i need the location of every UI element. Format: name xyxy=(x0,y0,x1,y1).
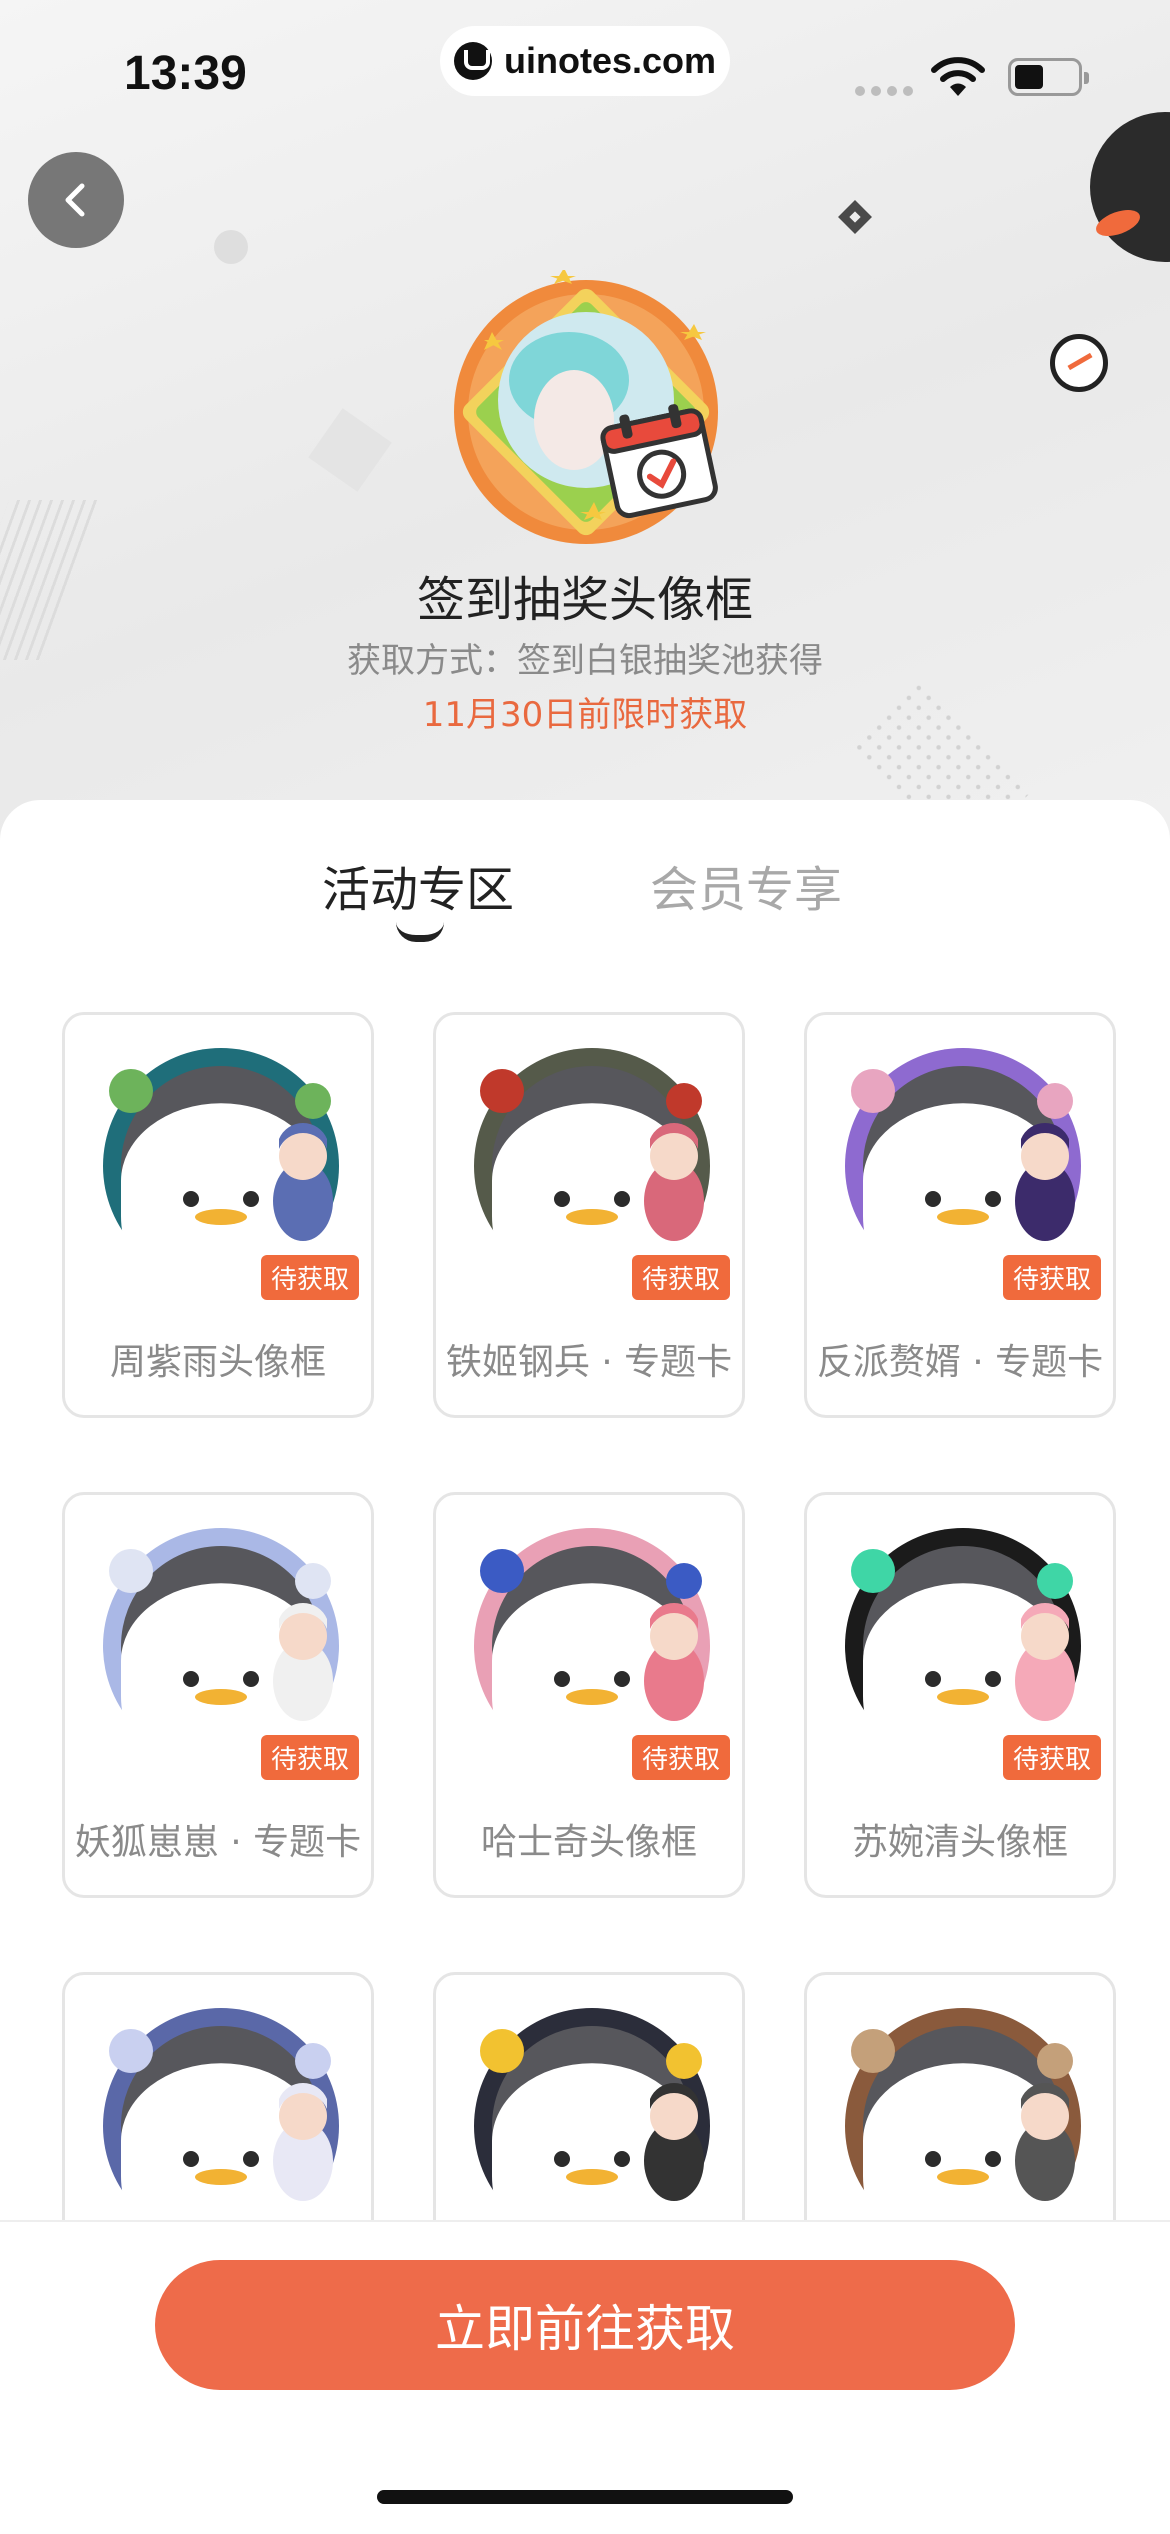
frame-thumbnail xyxy=(845,2008,1081,2251)
frame-card[interactable]: 待获取铁姬钢兵 · 专题卡 xyxy=(433,1012,745,1418)
status-badge: 待获取 xyxy=(1003,1735,1102,1780)
back-button[interactable] xyxy=(28,152,124,248)
status-badge: 待获取 xyxy=(632,1735,731,1780)
frame-thumbnail xyxy=(103,1528,339,1771)
frame-name: 妖狐崽崽 · 专题卡 xyxy=(74,1822,362,1863)
frame-card[interactable]: 待获取苏婉清头像框 xyxy=(804,1492,1116,1898)
chevron-left-icon xyxy=(65,183,85,217)
decor-dot xyxy=(214,230,248,264)
frame-card[interactable]: 待获取哈士奇头像框 xyxy=(433,1492,745,1898)
battery-icon xyxy=(1008,58,1089,96)
wifi-icon xyxy=(931,57,985,96)
status-badge: 待获取 xyxy=(261,1735,360,1780)
featured-avatar-frame xyxy=(454,270,718,544)
status-badge: 待获取 xyxy=(632,1255,731,1300)
frame-name: 苏婉清头像框 xyxy=(851,1822,1068,1863)
status-time: 13:39 xyxy=(124,47,247,100)
decor-circle xyxy=(1090,112,1170,262)
featured-title: 签到抽奖头像框 xyxy=(416,572,753,628)
featured-source: 获取方式：签到白银抽奖池获得 xyxy=(347,641,823,681)
frame-thumbnail xyxy=(103,2008,339,2251)
frame-card[interactable]: 待获取周紫雨头像框 xyxy=(62,1012,374,1418)
frame-name: 反派赘婿 · 专题卡 xyxy=(816,1342,1104,1383)
frame-name: 周紫雨头像框 xyxy=(109,1342,326,1383)
decor-square xyxy=(308,408,392,492)
tab-member-exclusive[interactable]: 会员专享 xyxy=(650,850,842,920)
frame-name: 哈士奇头像框 xyxy=(480,1822,697,1863)
frame-name: 铁姬钢兵 · 专题卡 xyxy=(445,1342,733,1383)
cellular-signal-icon xyxy=(855,86,913,96)
tab-activity-zone[interactable]: 活动专区 xyxy=(322,850,514,920)
url-text: uinotes.com xyxy=(503,40,717,81)
frame-card[interactable]: 待获取反派赘婿 · 专题卡 xyxy=(804,1012,1116,1418)
frame-thumbnail xyxy=(474,1528,710,1771)
frame-thumbnail xyxy=(474,2008,710,2251)
home-indicator xyxy=(377,2490,793,2504)
decor-diamond xyxy=(838,200,872,234)
frame-thumbnail xyxy=(845,1048,1081,1291)
frame-thumbnail xyxy=(103,1048,339,1291)
url-pill[interactable]: uinotes.com xyxy=(440,26,730,96)
frame-thumbnail xyxy=(845,1528,1081,1771)
featured-limit: 11月30日前限时获取 xyxy=(422,695,748,735)
clock-icon xyxy=(1050,334,1108,392)
frame-card[interactable]: 待获取妖狐崽崽 · 专题卡 xyxy=(62,1492,374,1898)
get-now-button[interactable]: 立即前往获取 xyxy=(155,2260,1015,2390)
status-badge: 待获取 xyxy=(1003,1255,1102,1300)
site-logo-icon xyxy=(453,42,492,80)
frame-thumbnail xyxy=(474,1048,710,1291)
status-badge: 待获取 xyxy=(261,1255,360,1300)
